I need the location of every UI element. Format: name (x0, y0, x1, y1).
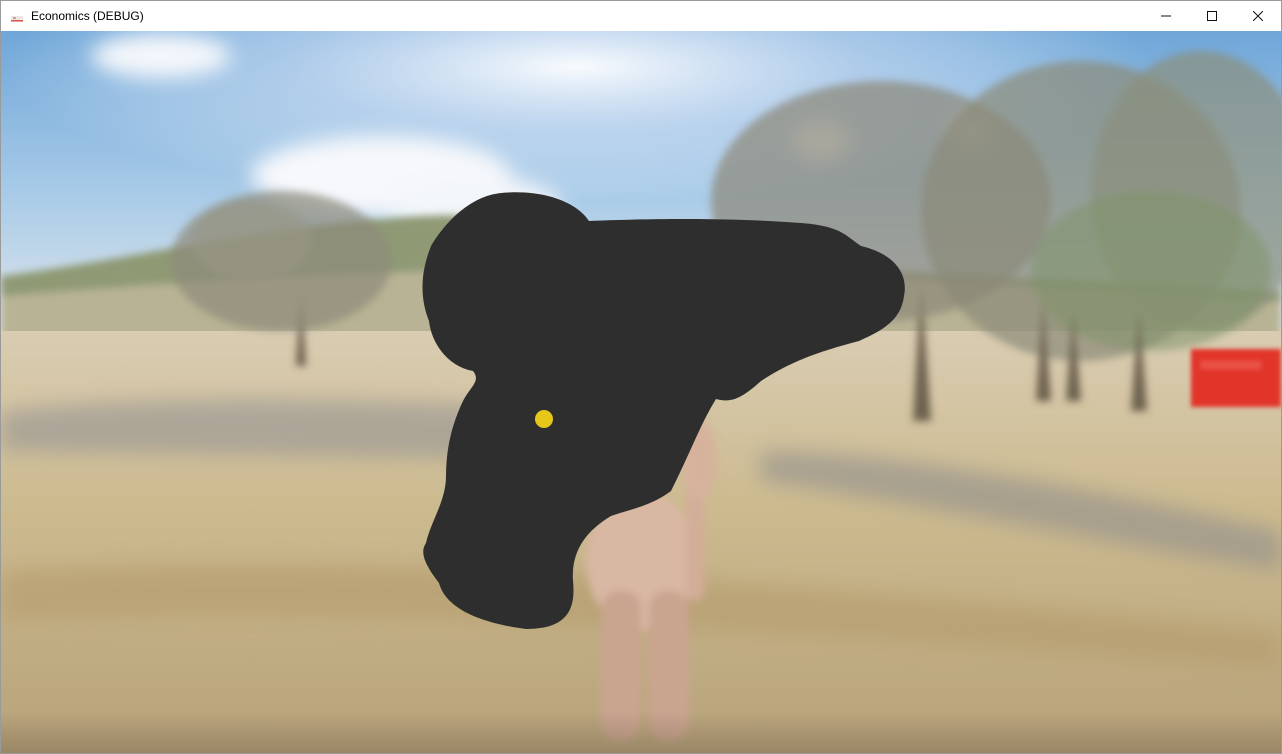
app-window: Economics (DEBUG) (0, 0, 1282, 754)
window-controls (1143, 1, 1281, 31)
yellow-marker (535, 410, 553, 428)
minimize-button[interactable] (1143, 1, 1189, 31)
game-scene (1, 31, 1281, 753)
red-sign (1191, 349, 1281, 407)
maximize-icon (1207, 11, 1217, 21)
bottom-status-strip (1, 712, 1281, 753)
close-icon (1253, 11, 1263, 21)
maximize-button[interactable] (1189, 1, 1235, 31)
title-bar[interactable]: Economics (DEBUG) (1, 1, 1281, 31)
game-viewport[interactable] (1, 31, 1281, 753)
close-button[interactable] (1235, 1, 1281, 31)
window-title: Economics (DEBUG) (31, 9, 144, 23)
minimize-icon (1161, 11, 1171, 21)
app-icon (10, 11, 24, 22)
